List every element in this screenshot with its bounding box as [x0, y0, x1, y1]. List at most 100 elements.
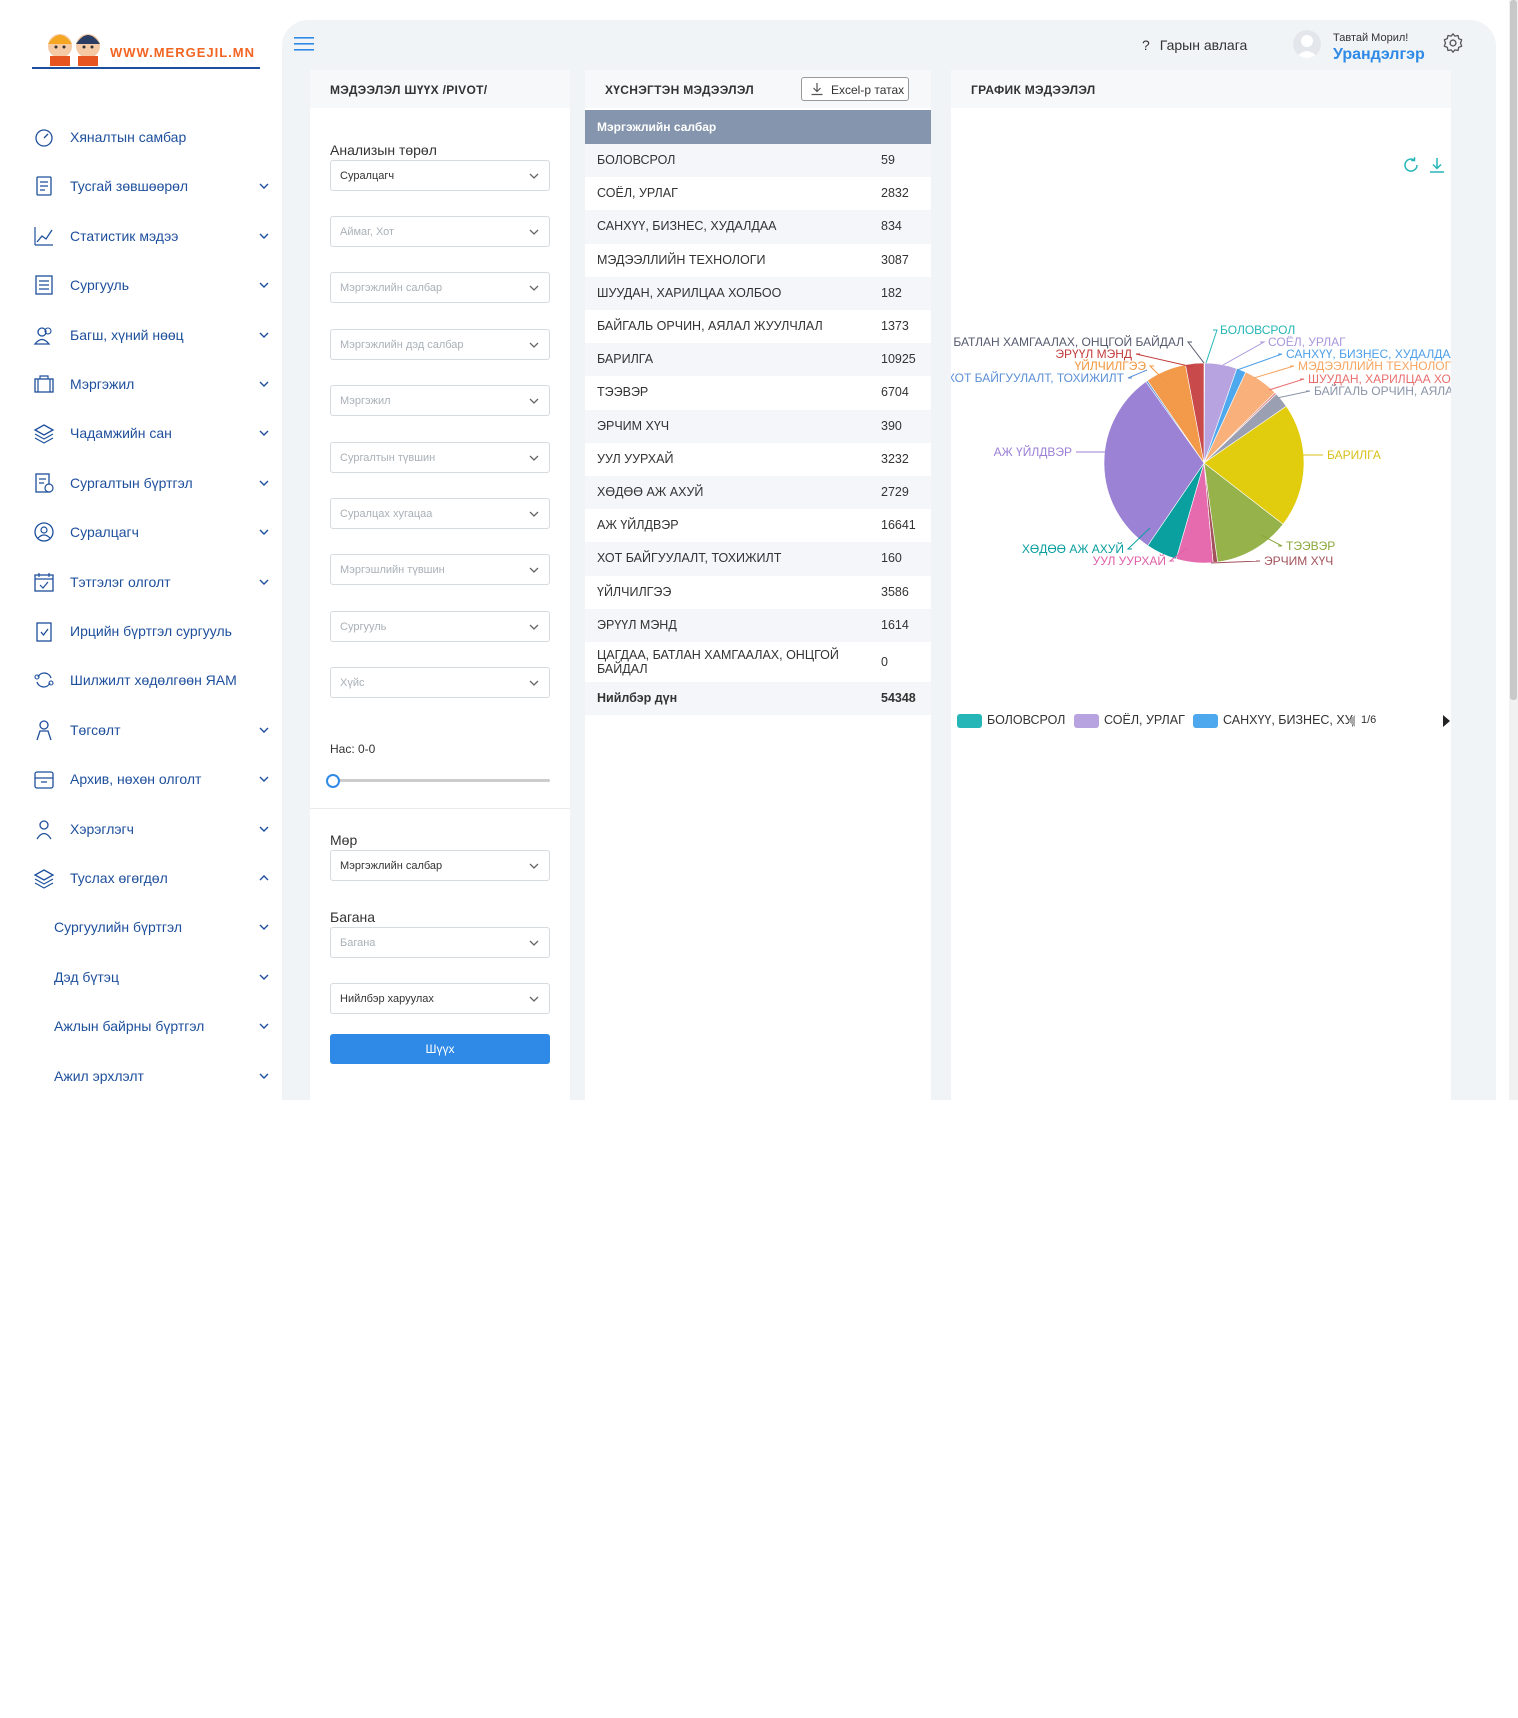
sidebar-item-11[interactable]: Ирцийн бүртгэл сургууль	[0, 607, 282, 656]
pie-slice-label: БАРИЛГА	[1327, 448, 1381, 462]
help-link[interactable]: ? Гарын авлага	[1142, 37, 1247, 53]
age-slider-handle[interactable]	[326, 774, 340, 788]
chevron-down-icon	[259, 924, 269, 931]
legend-label: СОЁЛ, УРЛАГ	[1104, 713, 1185, 727]
scrollbar-thumb[interactable]	[1510, 0, 1517, 700]
analysis-type-select[interactable]: Суралцагч	[330, 160, 550, 191]
chevron-down-icon	[529, 342, 539, 348]
pie-slice-label: МЭДЭЭЛЛИЙН ТЕХНОЛОГИ	[1298, 358, 1451, 373]
legend-item[interactable]: САНХҮҮ, БИЗНЕС, ХУДАЛДАА	[1193, 711, 1353, 731]
filter-select-9[interactable]: Хүйс	[330, 667, 550, 699]
table-cell-value: 2729	[881, 485, 909, 499]
legend-swatch	[1193, 714, 1218, 728]
menu-toggle-icon[interactable]	[294, 37, 314, 51]
row-select[interactable]: Мэргэжлийн салбар	[330, 850, 550, 881]
sidebar-item-14[interactable]: Архив, нөхөн олголт	[0, 755, 282, 804]
avatar[interactable]	[1293, 30, 1321, 58]
username[interactable]: Урандэлгэр	[1333, 46, 1425, 64]
sidebar-item-16[interactable]: Туслах өгөгдөл	[0, 854, 282, 903]
sidebar-subitem-4[interactable]: Ажил эрхлэлт	[0, 1052, 282, 1101]
main-area: ? Гарын авлага Тавтай Морил! Урандэлгэр М…	[282, 20, 1496, 1100]
sidebar-item-6[interactable]: Мэргэжил	[0, 360, 282, 409]
table-row: САНХҮҮ, БИЗНЕС, ХУДАЛДАА 834	[585, 210, 931, 244]
sidebar-item-5[interactable]: Багш, хүний нөөц	[0, 311, 282, 360]
table-total-value: 54348	[881, 691, 916, 705]
excel-export-button[interactable]: Excel-р татах	[801, 77, 909, 101]
table-cell-value: 59	[881, 153, 895, 167]
gear-icon[interactable]	[1442, 32, 1464, 54]
column-select[interactable]: Багана	[330, 927, 550, 958]
download-icon	[811, 83, 823, 96]
filter-select-5[interactable]: Сургалтын түвшин	[330, 441, 550, 473]
line-chart-icon	[34, 226, 53, 246]
table-cell-name: БАЙГАЛЬ ОРЧИН, АЯЛАЛ ЖУУЛЧЛАЛ	[597, 319, 823, 333]
sidebar-item-12[interactable]: Шилжилт хөдөлгөөн ЯАМ	[0, 656, 282, 705]
filter-select-2[interactable]: Мэргэжлийн салбар	[330, 272, 550, 304]
legend-next-icon[interactable]	[1441, 714, 1451, 728]
table-row: ТЭЭВЭР 6704	[585, 376, 931, 409]
sidebar-item-10[interactable]: Тэтгэлэг олголт	[0, 558, 282, 607]
chevron-down-icon	[259, 529, 269, 536]
chevron-down-icon	[529, 863, 539, 869]
table-row: ЦАГДАА, БАТЛАН ХАМГААЛАХ, ОНЦГОЙ БАЙДАЛ 0	[585, 642, 931, 682]
sidebar-item-8[interactable]: Сургалтын бүртгэл	[0, 459, 282, 508]
filter-select-1[interactable]: Аймаг, Хот	[330, 216, 550, 247]
chevron-down-icon	[529, 996, 539, 1002]
age-slider[interactable]	[326, 774, 550, 788]
table-cell-value: 1373	[881, 319, 909, 333]
sidebar-item-label: Тэтгэлэг олголт	[70, 573, 171, 590]
sidebar-item-9[interactable]: Суралцагч	[0, 508, 282, 557]
stack-icon	[33, 869, 55, 889]
chevron-down-icon	[529, 680, 539, 687]
filter-select-placeholder: Сургууль	[340, 620, 387, 633]
pie-slice-label: ЭРЧИМ ХҮЧ	[1264, 554, 1333, 568]
excel-export-label: Excel-р татах	[831, 83, 905, 97]
sidebar-item-7[interactable]: Чадамжийн сан	[0, 409, 282, 458]
table-cell-name: ТЭЭВЭР	[597, 385, 649, 400]
table-cell-name: ХӨДӨӨ АЖ АХУЙ	[597, 485, 704, 499]
sidebar-item-13[interactable]: Төгсөлт	[0, 706, 282, 755]
table-cell-value: 3087	[881, 252, 909, 267]
list-icon	[35, 275, 53, 295]
chevron-down-icon	[529, 398, 539, 405]
total-select[interactable]: Нийлбэр харуулах	[330, 983, 550, 1014]
pie-slice-label: БАЙГАЛЬ ОРЧИН, АЯЛАЛ ЖУУЛЧЛАЛ	[1314, 383, 1451, 398]
sidebar-item-15[interactable]: Хэрэглэгч	[0, 805, 282, 854]
sidebar-item-1[interactable]: Хяналтын самбар	[0, 113, 282, 162]
chevron-down-icon	[259, 974, 269, 980]
sidebar-subitem-label: Ажлын байрны бүртгэл	[54, 1018, 205, 1035]
pie-slice-label: ТЭЭВЭР	[1286, 539, 1335, 553]
sidebar-item-4[interactable]: Сургууль	[0, 261, 282, 310]
document-icon	[36, 176, 52, 197]
sidebar-subitem-label: Ажил эрхлэлт	[54, 1067, 144, 1084]
chevron-down-icon	[259, 776, 269, 783]
chevron-up-icon	[259, 875, 269, 881]
pie-label-line	[1236, 353, 1283, 371]
legend-prev-icon[interactable]	[1347, 714, 1357, 728]
filter-select-6[interactable]: Суралцах хугацаа	[330, 498, 550, 529]
table-row: УУЛ УУРХАЙ 3232	[585, 443, 931, 476]
table-row: ЭРҮҮЛ МЭНД 1614	[585, 608, 931, 642]
sidebar-subitem-1[interactable]: Сургуулийн бүртгэл	[0, 903, 282, 952]
sidebar-item-2[interactable]: Тусгай зөвшөөрөл	[0, 162, 282, 211]
sidebar-item-label: Шилжилт хөдөлгөөн ЯАМ	[70, 672, 237, 689]
sidebar-item-3[interactable]: Статистик мэдээ	[0, 212, 282, 261]
filter-select-7[interactable]: Мэргэшлийн түвшин	[330, 554, 550, 586]
logo[interactable]: WWW.MERGEJIL.MN	[32, 22, 260, 69]
table-cell-name: ХОТ БАЙГУУЛАЛТ, ТОХИЖИЛТ	[597, 551, 782, 566]
table-panel-title: ХҮСНЭГТЭН МЭДЭЭЛЭЛ	[605, 83, 754, 97]
filter-select-placeholder: Мэргэжлийн салбар	[340, 282, 443, 295]
sidebar-subitem-3[interactable]: Ажлын байрны бүртгэл	[0, 1002, 282, 1051]
filter-submit-button[interactable]: Шүүх	[330, 1034, 550, 1064]
table-row: СОЁЛ, УРЛАГ 2832	[585, 177, 931, 210]
filter-select-4[interactable]: Мэргэжил	[330, 385, 550, 417]
filter-select-3[interactable]: Мэргэжлийн дэд салбар	[330, 328, 550, 360]
filter-select-8[interactable]: Сургууль	[330, 610, 550, 642]
sidebar-item-label: Тусгай зөвшөөрөл	[70, 178, 189, 195]
filter-select-placeholder: Мэргэшлийн түвшин	[340, 564, 445, 577]
sidebar-subitem-2[interactable]: Дэд бүтэц	[0, 953, 282, 1002]
chevron-down-icon	[259, 1073, 269, 1079]
transfer-icon	[34, 672, 54, 688]
chevron-down-icon	[529, 511, 539, 517]
table-row: БОЛОВСРОЛ 59	[585, 144, 931, 178]
